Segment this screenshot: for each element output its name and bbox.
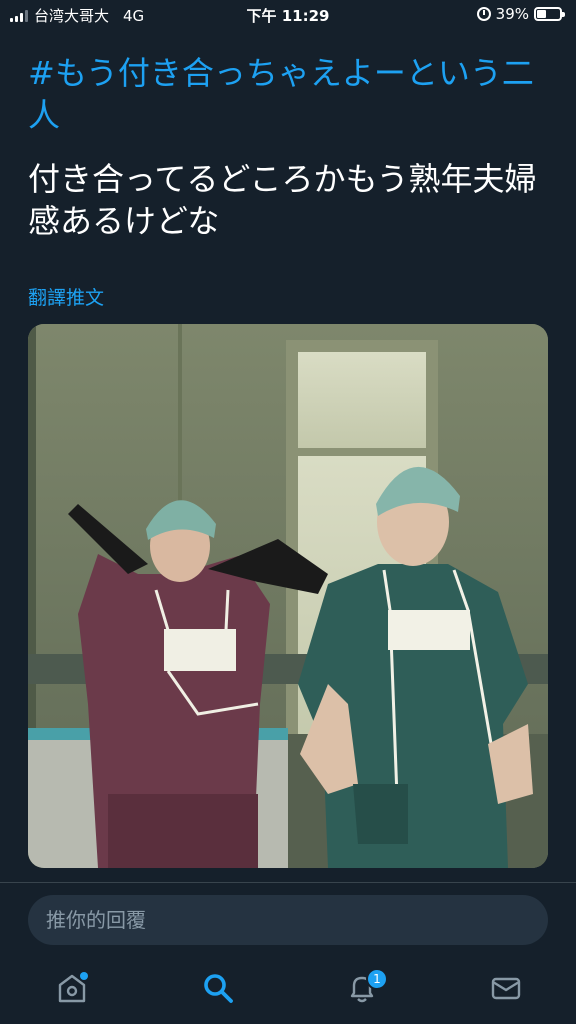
tab-search[interactable]: [198, 968, 238, 1008]
bottom-tab-bar: 1: [0, 954, 576, 1024]
status-bar: 台湾大哥大 4G 下午 11:29 39%: [0, 0, 576, 30]
home-new-dot: [80, 972, 88, 980]
battery-icon: [534, 7, 565, 21]
mail-icon: [491, 977, 521, 1000]
tab-messages[interactable]: [486, 968, 526, 1008]
tweet-detail-screen: 台湾大哥大 4G 下午 11:29 39% #もう付き合っちゃえよーという二人 …: [0, 0, 576, 1024]
tweet-text: 付き合ってるどころかもう熟年夫婦感あるけどな: [28, 160, 537, 240]
reply-bar: [0, 882, 576, 954]
reply-input[interactable]: [28, 895, 548, 945]
search-icon: [204, 974, 233, 1003]
translate-tweet-link[interactable]: 翻譯推文: [28, 283, 104, 310]
hashtag-link[interactable]: #もう付き合っちゃえよーという二人: [28, 52, 558, 136]
alarm-icon: [476, 7, 491, 21]
tweet-photo[interactable]: [28, 324, 548, 868]
notification-count-badge: 1: [366, 968, 388, 990]
status-right: 39%: [476, 5, 565, 23]
battery-percent: 39%: [495, 5, 529, 23]
tab-home[interactable]: [52, 968, 92, 1008]
tab-notifications[interactable]: 1: [342, 968, 388, 1008]
photo-illustration: [28, 324, 548, 868]
battery-fill: [537, 10, 546, 18]
